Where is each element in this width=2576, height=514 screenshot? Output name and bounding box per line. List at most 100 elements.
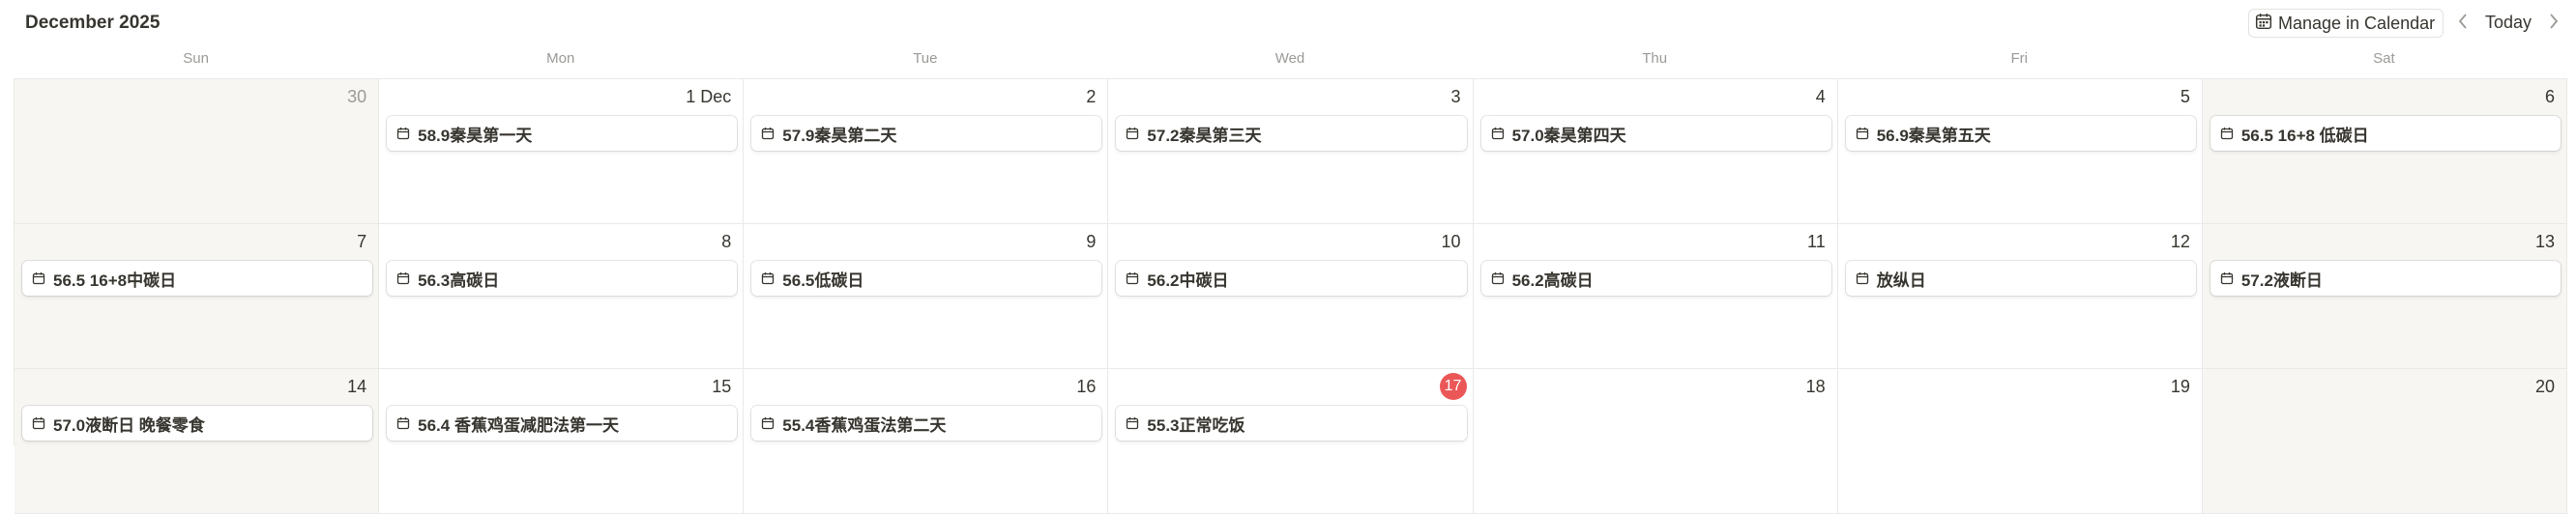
- day-cell[interactable]: 19: [1837, 369, 2203, 513]
- event-card[interactable]: 58.9秦昊第一天: [387, 116, 738, 151]
- event-title: 56.9秦昊第五天: [1876, 126, 1991, 145]
- day-number: 8: [721, 232, 732, 251]
- day-cell[interactable]: 9 56.5低碳日: [744, 224, 1109, 368]
- day-cell[interactable]: 15 56.4 香蕉鸡蛋减肥法第一天: [379, 369, 745, 513]
- weekday-label: Wed: [1274, 50, 1305, 67]
- event-card[interactable]: 57.0秦昊第四天: [1480, 116, 1831, 151]
- event-card[interactable]: 56.5低碳日: [751, 261, 1102, 296]
- calendar-icon: [2220, 127, 2234, 140]
- event-title: 56.5低碳日: [782, 271, 864, 290]
- day-cell[interactable]: 2 57.9秦昊第二天: [744, 79, 1109, 223]
- day-number: 4: [1815, 87, 1826, 106]
- calendar-icon: [761, 416, 775, 430]
- weekday-label: Sun: [183, 50, 209, 67]
- weekday-label: Sat: [2373, 50, 2395, 67]
- day-cell[interactable]: 6 56.5 16+8 低碳日: [2202, 79, 2567, 223]
- event-title: 57.9秦昊第二天: [782, 126, 897, 145]
- day-number: 12: [2170, 232, 2190, 251]
- weekday-label: Mon: [546, 50, 575, 67]
- next-month-button[interactable]: [2543, 12, 2564, 35]
- day-cell[interactable]: 14 57.0液断日 晚餐零食: [15, 369, 380, 513]
- event-title: 56.5 16+8中碳日: [53, 271, 177, 290]
- calendar-icon: [1126, 127, 1139, 140]
- day-cell[interactable]: 4 57.0秦昊第四天: [1473, 79, 1838, 223]
- event-card[interactable]: 55.3正常吃饭: [1116, 406, 1467, 441]
- event-title: 56.2中碳日: [1147, 271, 1229, 290]
- weekday-label: Thu: [1642, 50, 1668, 67]
- today-button[interactable]: Today: [2485, 13, 2532, 33]
- event-title: 56.3高碳日: [418, 271, 500, 290]
- calendar-icon: [761, 127, 775, 140]
- day-number: 13: [2534, 232, 2555, 251]
- event-card[interactable]: 56.9秦昊第五天: [1845, 116, 2196, 151]
- calendar-icon: [396, 127, 410, 140]
- event-title: 57.0液断日 晚餐零食: [53, 415, 205, 435]
- event-card[interactable]: 放纵日: [1845, 261, 2196, 296]
- day-cell[interactable]: 10 56.2中碳日: [1108, 224, 1474, 368]
- day-number: 7: [357, 232, 367, 251]
- event-title: 56.2高碳日: [1511, 271, 1594, 290]
- month-title: December 2025: [25, 13, 161, 33]
- event-card[interactable]: 56.5 16+8中碳日: [22, 261, 373, 296]
- day-cell[interactable]: 16 55.4香蕉鸡蛋法第二天: [744, 369, 1109, 513]
- weekday-label: Tue: [913, 50, 938, 67]
- event-title: 57.2秦昊第三天: [1147, 126, 1262, 145]
- day-cell[interactable]: 7 56.5 16+8中碳日: [15, 224, 380, 368]
- day-number: 19: [2170, 377, 2190, 396]
- day-number: 9: [1086, 232, 1097, 251]
- previous-month-button[interactable]: [2452, 12, 2474, 35]
- event-title: 56.4 香蕉鸡蛋减肥法第一天: [418, 415, 619, 435]
- day-number: 30: [347, 87, 367, 106]
- day-number: 6: [2544, 87, 2555, 106]
- day-cell[interactable]: 1 Dec 58.9秦昊第一天: [379, 79, 745, 223]
- day-cell[interactable]: 20: [2202, 369, 2567, 513]
- calendar-icon: [1126, 271, 1139, 285]
- event-card[interactable]: 56.5 16+8 低碳日: [2210, 116, 2561, 151]
- day-number: 3: [1450, 87, 1461, 106]
- event-card[interactable]: 55.4香蕉鸡蛋法第二天: [751, 406, 1102, 441]
- event-title: 57.2液断日: [2240, 271, 2323, 290]
- day-cell[interactable]: 5 56.9秦昊第五天: [1837, 79, 2203, 223]
- event-card[interactable]: 57.9秦昊第二天: [751, 116, 1102, 151]
- event-title: 放纵日: [1876, 271, 1926, 290]
- calendar-icon: [1126, 416, 1139, 430]
- weekday-header-row: Sun Mon Tue Wed Thu Fri Sat: [14, 50, 2566, 77]
- event-card[interactable]: 56.4 香蕉鸡蛋减肥法第一天: [387, 406, 738, 441]
- day-cell[interactable]: 18: [1473, 369, 1838, 513]
- event-card[interactable]: 56.2中碳日: [1116, 261, 1467, 296]
- calendar-icon: [2220, 271, 2234, 285]
- day-cell[interactable]: 11 56.2高碳日: [1473, 224, 1838, 368]
- day-number: 2: [1086, 87, 1097, 106]
- calendar-icon: [396, 416, 410, 430]
- event-card[interactable]: 57.2液断日: [2210, 261, 2561, 296]
- calendar-grid: 30 1 Dec 58.9秦昊第一天 2 57.9秦昊第二天 3 57.2秦昊第三天 4 57.…: [14, 78, 2567, 514]
- event-title: 58.9秦昊第一天: [418, 126, 533, 145]
- week-row: 30 1 Dec 58.9秦昊第一天 2 57.9秦昊第二天 3 57.2秦昊第三天 4 57.…: [15, 79, 2567, 224]
- day-cell[interactable]: 17 55.3正常吃饭: [1108, 369, 1474, 513]
- calendar-icon: [761, 271, 775, 285]
- event-card[interactable]: 56.3高碳日: [387, 261, 738, 296]
- event-card[interactable]: 57.0液断日 晚餐零食: [22, 406, 373, 441]
- event-card[interactable]: 56.2高碳日: [1480, 261, 1831, 296]
- week-row: 14 57.0液断日 晚餐零食 15 56.4 香蕉鸡蛋减肥法第一天 16 55.4香蕉鸡…: [15, 369, 2567, 514]
- week-row: 7 56.5 16+8中碳日 8 56.3高碳日 9 56.5低碳日 10 56.2中碳日 11…: [15, 224, 2567, 369]
- chevron-left-icon: [2457, 13, 2469, 35]
- day-cell[interactable]: 13 57.2液断日: [2202, 224, 2567, 368]
- day-cell[interactable]: 3 57.2秦昊第三天: [1108, 79, 1474, 223]
- calendar-header: December 2025 Manage in Calendar Today: [0, 0, 2576, 46]
- manage-in-calendar-button[interactable]: Manage in Calendar: [2248, 9, 2444, 38]
- event-title: 57.0秦昊第四天: [1511, 126, 1626, 145]
- day-cell[interactable]: 30: [15, 79, 380, 223]
- day-number: 14: [347, 377, 367, 396]
- day-number: 20: [2534, 377, 2555, 396]
- day-number: 11: [1807, 232, 1826, 251]
- event-card[interactable]: 57.2秦昊第三天: [1116, 116, 1467, 151]
- weekday-label: Fri: [2010, 50, 2029, 67]
- calendar-icon: [1856, 127, 1869, 140]
- day-cell[interactable]: 8 56.3高碳日: [379, 224, 745, 368]
- event-title: 55.3正常吃饭: [1147, 415, 1245, 435]
- day-number: 16: [1076, 377, 1097, 396]
- day-number: 5: [2180, 87, 2190, 106]
- chevron-right-icon: [2548, 13, 2560, 35]
- day-cell[interactable]: 12 放纵日: [1837, 224, 2203, 368]
